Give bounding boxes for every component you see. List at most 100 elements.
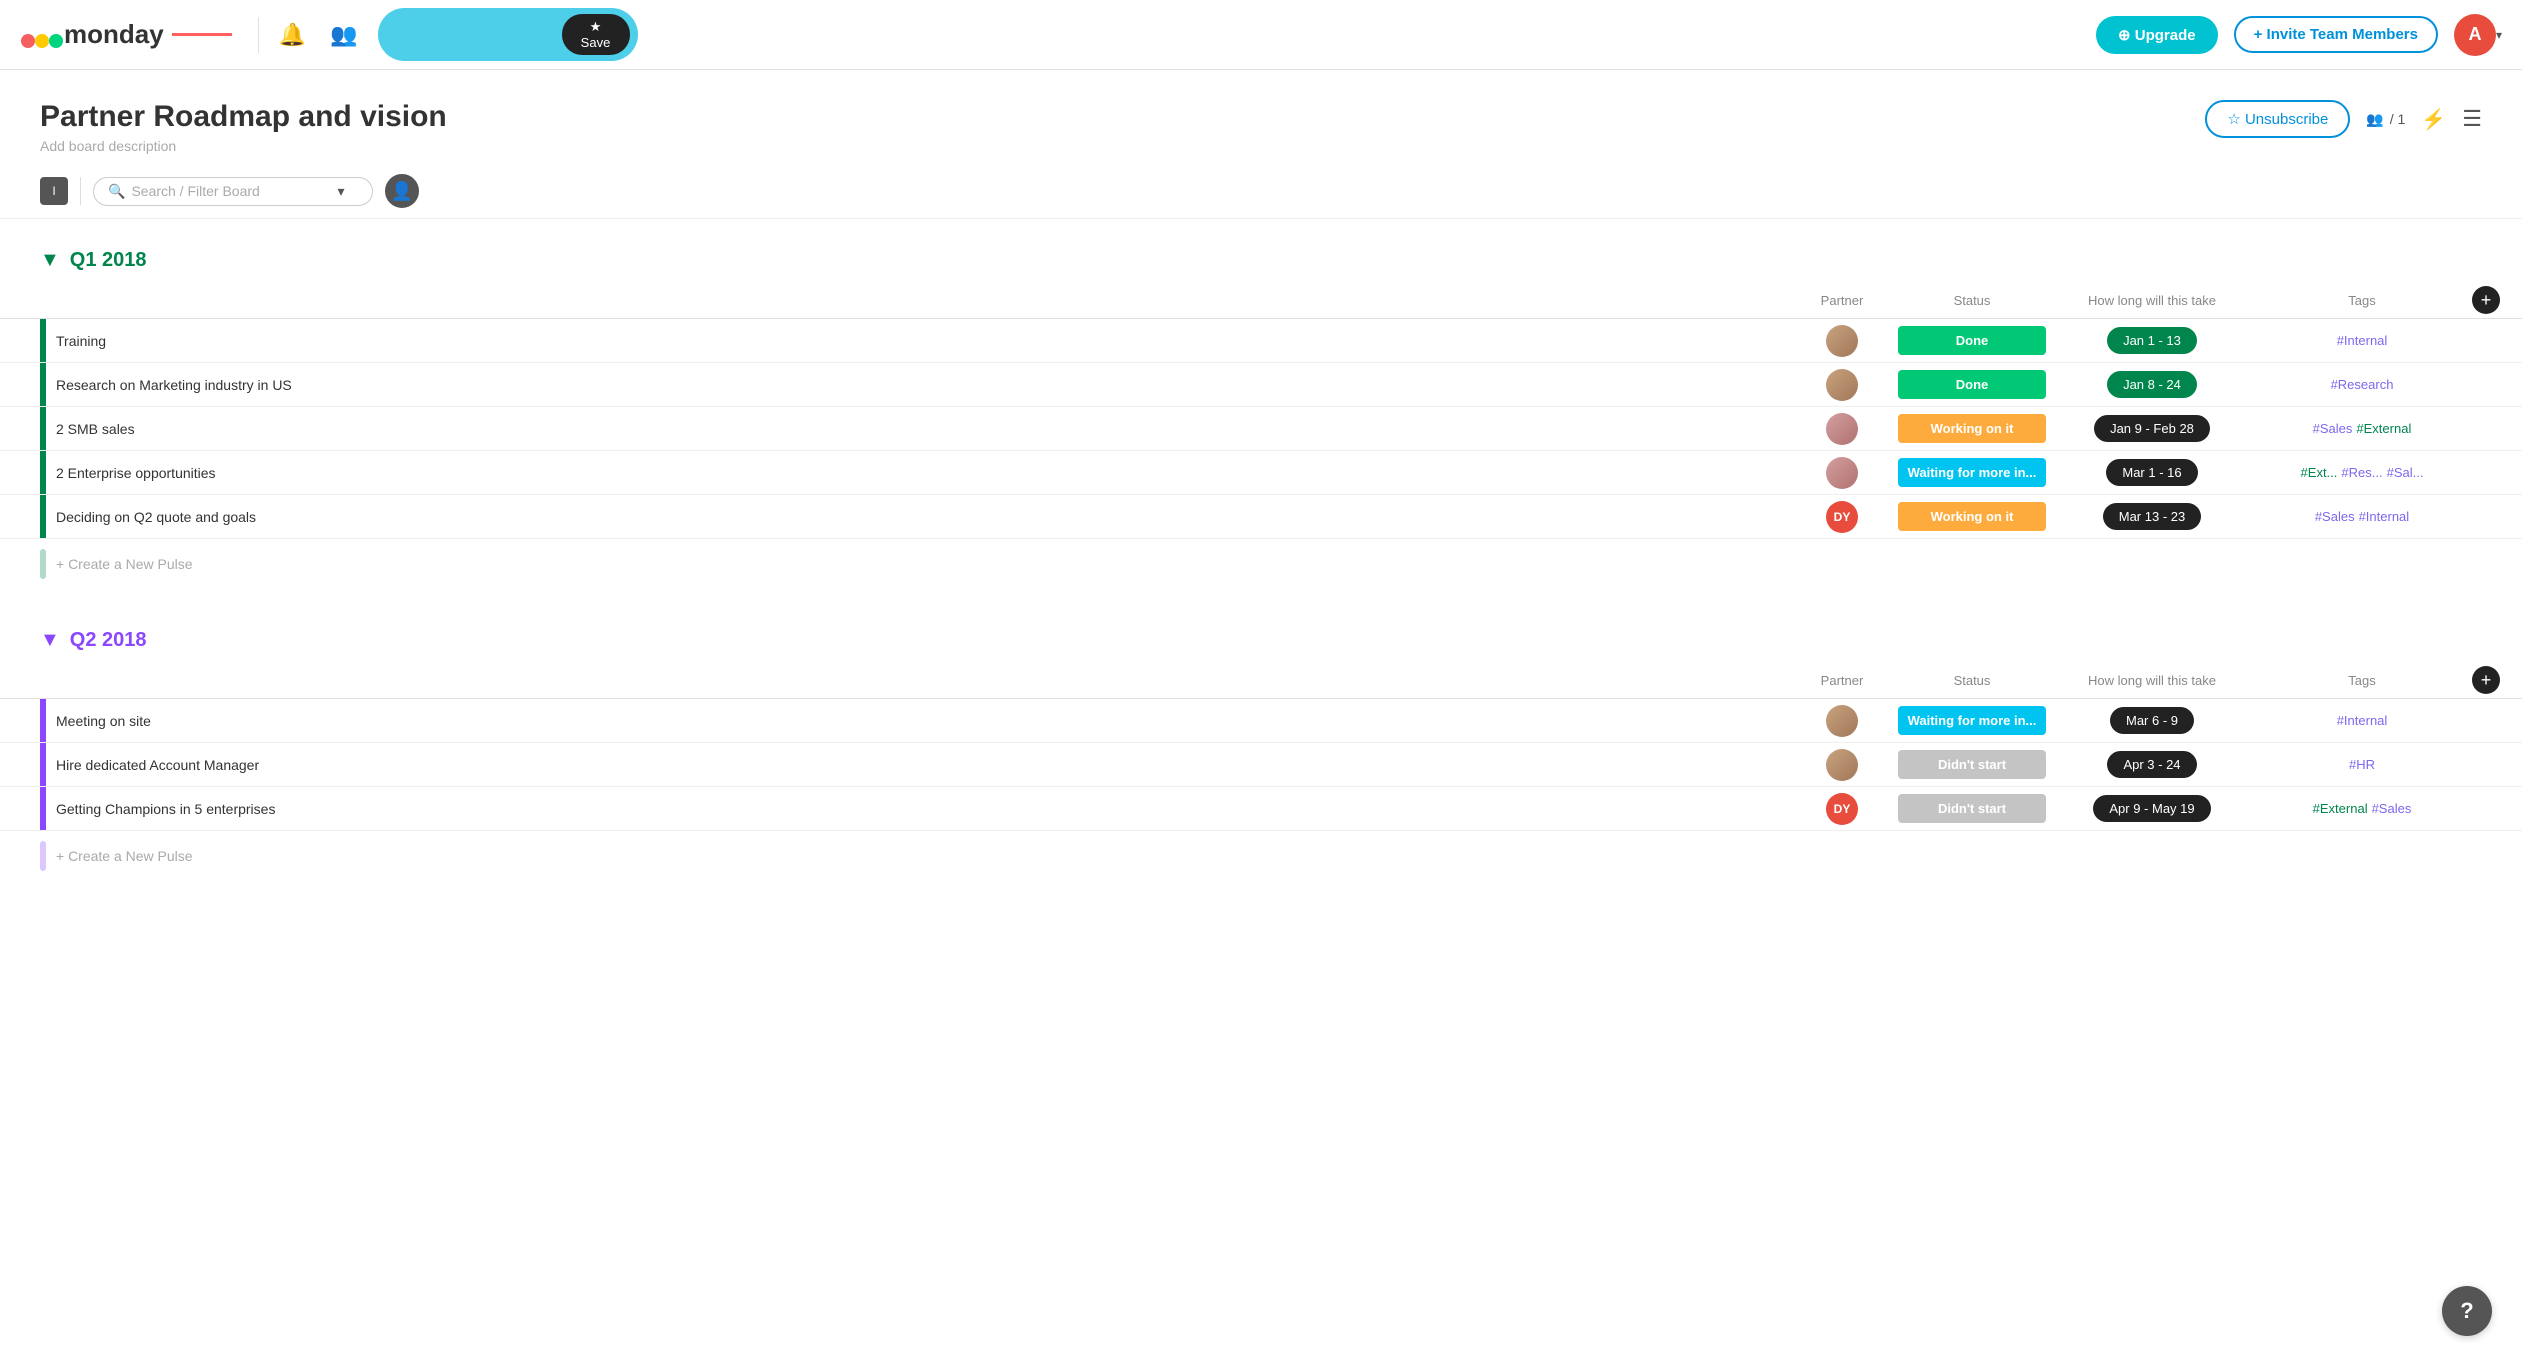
col-timeline-label: How long will this take xyxy=(2052,673,2252,688)
partner-cell xyxy=(1792,749,1892,781)
task-row-indicator xyxy=(40,407,46,450)
timeline-cell: Jan 1 - 13 xyxy=(2052,327,2252,354)
tag[interactable]: #Sales xyxy=(2372,801,2412,816)
timeline-cell: Mar 6 - 9 xyxy=(2052,707,2252,734)
save-button[interactable]: ★ Save xyxy=(562,14,630,55)
avatar[interactable]: A xyxy=(2454,14,2496,56)
col-status-label: Status xyxy=(1892,293,2052,308)
logo-area: monday xyxy=(20,19,232,50)
status-cell[interactable]: Didn't start xyxy=(1892,750,2052,779)
board-description[interactable]: Add board description xyxy=(40,138,447,154)
timeline-badge[interactable]: Mar 1 - 16 xyxy=(2106,459,2197,486)
avatar-chevron-icon[interactable]: ▾ xyxy=(2496,28,2502,42)
status-badge[interactable]: Waiting for more in... xyxy=(1898,706,2046,735)
table-row: 2 Enterprise opportunities Waiting for m… xyxy=(0,451,2522,495)
timeline-badge[interactable]: Mar 13 - 23 xyxy=(2103,503,2201,530)
col-tags-label: Tags xyxy=(2252,673,2472,688)
filter-person-avatar[interactable]: 👤 xyxy=(385,174,419,208)
create-pulse-button[interactable]: + Create a New Pulse xyxy=(56,848,193,864)
timeline-badge[interactable]: Jan 9 - Feb 28 xyxy=(2094,415,2210,442)
status-badge[interactable]: Working on it xyxy=(1898,502,2046,531)
group-q1-chevron[interactable]: ▼ xyxy=(40,249,60,272)
timeline-badge[interactable]: Mar 6 - 9 xyxy=(2110,707,2194,734)
status-cell[interactable]: Working on it xyxy=(1892,502,2052,531)
tag[interactable]: #Internal xyxy=(2337,713,2388,728)
col-partner-label: Partner xyxy=(1792,673,1892,688)
status-badge[interactable]: Waiting for more in... xyxy=(1898,458,2046,487)
task-name[interactable]: Deciding on Q2 quote and goals xyxy=(56,501,1792,533)
people-icon[interactable]: 👥 xyxy=(326,18,361,52)
tag[interactable]: #Sales xyxy=(2313,421,2353,436)
logo[interactable]: monday xyxy=(20,19,164,50)
tag[interactable]: #Sales xyxy=(2315,509,2355,524)
col-tags-label: Tags xyxy=(2252,293,2472,308)
tag[interactable]: #HR xyxy=(2349,757,2375,772)
status-badge[interactable]: Didn't start xyxy=(1898,794,2046,823)
partner-avatar-face xyxy=(1826,325,1858,357)
status-cell[interactable]: Done xyxy=(1892,326,2052,355)
timeline-cell: Jan 9 - Feb 28 xyxy=(2052,415,2252,442)
tag[interactable]: #Research xyxy=(2331,377,2394,392)
add-column-button[interactable]: + xyxy=(2472,286,2500,314)
task-row-indicator xyxy=(40,495,46,538)
status-cell[interactable]: Waiting for more in... xyxy=(1892,458,2052,487)
timeline-badge[interactable]: Jan 8 - 24 xyxy=(2107,371,2197,398)
tag[interactable]: #External xyxy=(2356,421,2411,436)
add-column-button[interactable]: + xyxy=(2472,666,2500,694)
task-name[interactable]: Training xyxy=(56,325,1792,357)
task-name[interactable]: Hire dedicated Account Manager xyxy=(56,749,1792,781)
tag[interactable]: #Sal... xyxy=(2387,465,2424,480)
logo-text: monday xyxy=(64,19,164,50)
task-name[interactable]: 2 SMB sales xyxy=(56,413,1792,445)
table-row: Getting Champions in 5 enterprises DY Di… xyxy=(0,787,2522,831)
status-badge[interactable]: Done xyxy=(1898,370,2046,399)
invite-team-button[interactable]: + Invite Team Members xyxy=(2234,16,2438,53)
toolbar-divider xyxy=(80,177,81,205)
status-badge[interactable]: Working on it xyxy=(1898,414,2046,443)
task-name[interactable]: Research on Marketing industry in US xyxy=(56,369,1792,401)
tags-cell: #Sales #Internal xyxy=(2252,509,2472,524)
help-button[interactable]: ? xyxy=(2442,1286,2492,1336)
search-filter-container[interactable]: 🔍 ▾ xyxy=(93,177,373,206)
task-name[interactable]: Getting Champions in 5 enterprises xyxy=(56,793,1792,825)
bell-icon[interactable]: 🔔 xyxy=(275,18,310,52)
status-badge[interactable]: Didn't start xyxy=(1898,750,2046,779)
timeline-cell: Mar 1 - 16 xyxy=(2052,459,2252,486)
group-q2-title: Q2 2018 xyxy=(70,629,147,652)
col-status-label: Status xyxy=(1892,673,2052,688)
status-cell[interactable]: Didn't start xyxy=(1892,794,2052,823)
unsubscribe-button[interactable]: ☆ Unsubscribe xyxy=(2205,100,2350,138)
tag[interactable]: #Ext... xyxy=(2301,465,2338,480)
header-search-input[interactable] xyxy=(394,27,554,43)
upgrade-button[interactable]: ⊕ Upgrade xyxy=(2096,16,2218,54)
tag[interactable]: #Res... xyxy=(2341,465,2382,480)
table-row: Research on Marketing industry in US Don… xyxy=(0,363,2522,407)
group-q2-chevron[interactable]: ▼ xyxy=(40,629,60,652)
timeline-badge[interactable]: Apr 3 - 24 xyxy=(2107,751,2196,778)
search-dropdown-icon[interactable]: ▾ xyxy=(337,183,344,200)
status-cell[interactable]: Done xyxy=(1892,370,2052,399)
header-search-bar[interactable]: ★ Save xyxy=(378,8,638,61)
create-pulse-indicator xyxy=(40,841,46,871)
task-name[interactable]: Meeting on site xyxy=(56,705,1792,737)
status-cell[interactable]: Working on it xyxy=(1892,414,2052,443)
tags-cell: #Research xyxy=(2252,377,2472,392)
table-row: Deciding on Q2 quote and goals DY Workin… xyxy=(0,495,2522,539)
tag[interactable]: #External xyxy=(2313,801,2368,816)
task-name[interactable]: 2 Enterprise opportunities xyxy=(56,457,1792,489)
activity-icon[interactable]: ⚡ xyxy=(2421,107,2446,132)
search-filter-input[interactable] xyxy=(131,183,331,199)
subscribers-badge[interactable]: 👥 / 1 xyxy=(2366,111,2405,128)
filter-toggle-button[interactable]: I xyxy=(40,177,68,205)
table-row: 2 SMB sales Working on it Jan 9 - Feb 28… xyxy=(0,407,2522,451)
task-row-indicator xyxy=(40,319,46,362)
create-pulse-button[interactable]: + Create a New Pulse xyxy=(56,556,193,572)
status-badge[interactable]: Done xyxy=(1898,326,2046,355)
menu-icon[interactable]: ☰ xyxy=(2462,106,2482,132)
status-cell[interactable]: Waiting for more in... xyxy=(1892,706,2052,735)
timeline-badge[interactable]: Jan 1 - 13 xyxy=(2107,327,2197,354)
timeline-badge[interactable]: Apr 9 - May 19 xyxy=(2093,795,2210,822)
tag[interactable]: #Internal xyxy=(2359,509,2410,524)
tag[interactable]: #Internal xyxy=(2337,333,2388,348)
search-icon: 🔍 xyxy=(108,183,125,200)
